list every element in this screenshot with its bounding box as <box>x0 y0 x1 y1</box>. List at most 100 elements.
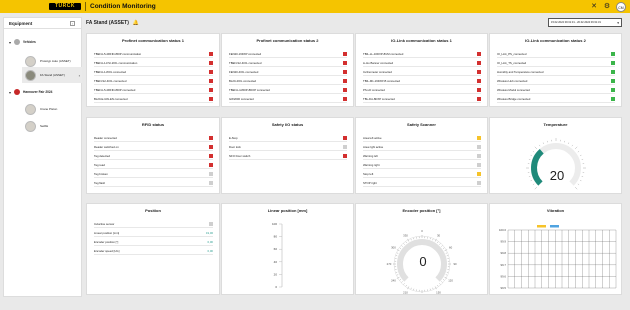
status-indicator <box>476 69 481 75</box>
dial-tick <box>442 279 445 281</box>
avatar[interactable]: CM <box>616 2 626 12</box>
status-label: Wireless Modul connected <box>497 88 530 92</box>
status-row: Area right active <box>363 144 481 151</box>
card-safety-io: Safety I/O status E-Stop Door lock NFO Doo… <box>221 117 354 194</box>
tree-group-vehicles[interactable]: ▾ Vehicles <box>9 39 36 45</box>
status-value: 0,00 <box>207 249 213 253</box>
dial-label: 210 <box>403 291 408 295</box>
card-temperature: Temperature 20 <box>489 117 622 194</box>
card-title: Position <box>145 208 161 213</box>
status-row: Tag flash <box>94 180 213 187</box>
sidebar-title: Equipment <box>9 20 33 26</box>
tree-item-seilbk[interactable]: Seilbk <box>22 118 82 134</box>
status-label: Encoder position [°] <box>94 240 119 244</box>
status-label: Humidity and Temperature connected <box>497 70 544 74</box>
status-indicator <box>610 51 615 57</box>
status-indicator <box>208 78 213 84</box>
status-row: Wireless Modul connected <box>497 87 615 94</box>
dial-label: 240 <box>391 279 396 283</box>
app-title: Condition Monitoring <box>90 3 156 10</box>
status-row: E-Stop <box>229 135 347 142</box>
status-row: TBIL-M1-16DXP-B connected <box>363 78 481 85</box>
scale-tick-label: 60 <box>274 247 278 251</box>
dial-tick <box>403 243 405 245</box>
status-indicator <box>208 144 213 150</box>
status-label: E-Stop <box>229 136 238 140</box>
dial-tick <box>410 287 412 290</box>
bell-icon[interactable]: 🔔 <box>133 20 139 26</box>
dial-tick <box>405 241 407 244</box>
status-row: TBL-DA-8DXP connected <box>363 96 481 103</box>
status-row: Wireless Hub connected <box>497 78 615 85</box>
status-indicator <box>476 51 481 57</box>
tree-group-hannover[interactable]: ▾ Hannover Fair 2024 <box>9 89 52 95</box>
status-label: BL20-4IOL connected <box>229 79 257 83</box>
status-row: Linear position [mm] 19,00 <box>94 230 213 237</box>
status-indicator <box>342 144 347 150</box>
status-label: TBIL-LL-16DXP-8UM connected <box>363 52 404 56</box>
status-label: Tag flash <box>94 181 106 185</box>
sidebar-header: Equipment ‹ <box>4 18 81 29</box>
status-row: TBEN-L4-8DIP-8DOP connected <box>229 87 347 94</box>
status-label: TBEN-L5-4RFID-8DIP connected <box>94 88 136 92</box>
tree-item-fa-stand[interactable]: FA Stand (ASSET) › <box>22 67 82 83</box>
status-row: Encoder position [°] 0,00 <box>94 239 213 246</box>
logo-text: TURCK <box>55 3 75 9</box>
tree-item-crane-piston[interactable]: Crane Piston <box>22 101 82 117</box>
dial-tick <box>432 238 434 241</box>
scale-tick-label: 0 <box>275 285 277 289</box>
dial-label: 0 <box>421 229 423 233</box>
gauge-tick <box>532 151 535 153</box>
status-row: TBEN-L5-4RFID-8DIP connected <box>94 87 213 94</box>
status-row: FEN20-16DXP connected <box>229 51 347 58</box>
status-row: Reader connected <box>94 135 213 142</box>
status-label: GW2000 connected <box>229 97 254 101</box>
status-label: TBEN-L1-FSI-2IOL communication <box>94 61 138 65</box>
dial-tick <box>396 274 399 276</box>
status-label: Warning left <box>363 154 378 158</box>
status-row: Wireless Bridge connected <box>497 96 615 103</box>
status-row: Encoder speed [U/s] 0,00 <box>94 248 213 255</box>
dial-label: 180 <box>420 295 425 296</box>
group-avatar <box>14 89 21 95</box>
y-tick-label: 99.8 <box>501 251 507 255</box>
tools-icon[interactable]: ✕ <box>590 3 598 11</box>
status-label: NFO Door switch <box>229 154 251 158</box>
status-label: TBIL-M1-16DXP-B connected <box>363 79 400 83</box>
y-tick-label: 99.7 <box>501 263 507 267</box>
status-indicator <box>610 69 615 75</box>
gauge-tick <box>530 154 533 156</box>
status-label: BL20-E-GW-EN connected <box>94 97 128 101</box>
turck-logo[interactable]: TURCK <box>49 3 81 10</box>
status-label: Wireless Bridge connected <box>497 97 531 101</box>
scale-tick-label: 80 <box>274 235 278 239</box>
status-label: Tag detected <box>94 154 111 158</box>
tree-item-label: FA Stand (ASSET) <box>40 73 65 77</box>
y-tick-label: 99.6 <box>501 274 507 278</box>
collapse-icon[interactable]: ‹ <box>70 20 75 26</box>
status-row: Inclinometer connected <box>363 69 481 76</box>
chevron-down-icon[interactable]: ▾ <box>9 40 11 45</box>
status-label: Encoder speed [U/s] <box>94 249 120 253</box>
gear-icon[interactable]: ⚙ <box>603 3 611 11</box>
main-header: FA Stand (ASSET) 🔔 <box>86 17 626 28</box>
date-range-select[interactable]: 15.02.2024 09:31:31 - 20.02.2024 09:31:3… <box>548 18 622 27</box>
scale-tick-label: 40 <box>274 260 278 264</box>
status-row: Tag detected <box>94 153 213 160</box>
tree-group-label: Hannover Fair 2024 <box>23 90 53 94</box>
status-label: TBEN-S2-4IOL connected <box>229 61 262 65</box>
dial-label: 30 <box>437 233 441 237</box>
status-label: FEN20-4IOL connected <box>229 70 259 74</box>
y-tick-label: 100.0 <box>499 228 506 232</box>
card-title: IO-Link communication status 1 <box>391 38 452 43</box>
status-indicator <box>476 144 481 150</box>
status-label: TBEN-S2-4IOL connected <box>94 79 127 83</box>
card-vibration: Vibration 100.0 99.9 99.8 99.7 99.6 99.5 <box>489 203 622 295</box>
asset-thumbnail <box>25 120 36 132</box>
dial-tick <box>441 281 443 283</box>
status-indicator <box>342 96 347 102</box>
encoder-value: 0 <box>419 254 427 269</box>
status-row: Tag read <box>94 162 213 169</box>
chevron-down-icon[interactable]: ▾ <box>9 90 11 95</box>
status-indicator <box>342 153 347 159</box>
